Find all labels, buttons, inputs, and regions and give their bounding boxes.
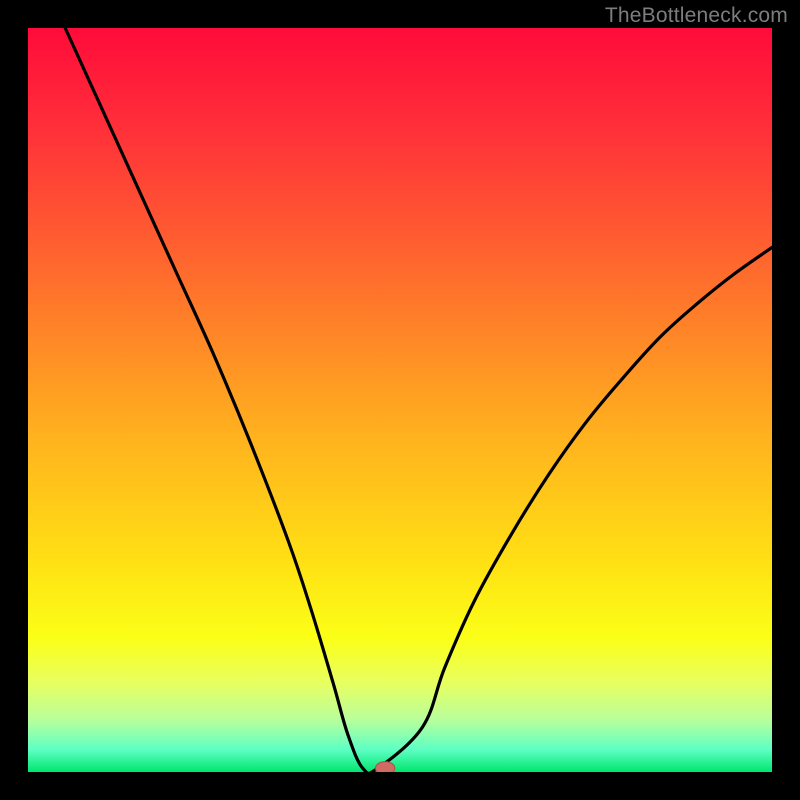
minimum-marker <box>375 762 394 772</box>
bottleneck-curve-path <box>65 28 772 772</box>
chart-frame: TheBottleneck.com <box>0 0 800 800</box>
plot-area <box>28 28 772 772</box>
bottleneck-curve-svg <box>28 28 772 772</box>
watermark-text: TheBottleneck.com <box>605 4 788 28</box>
